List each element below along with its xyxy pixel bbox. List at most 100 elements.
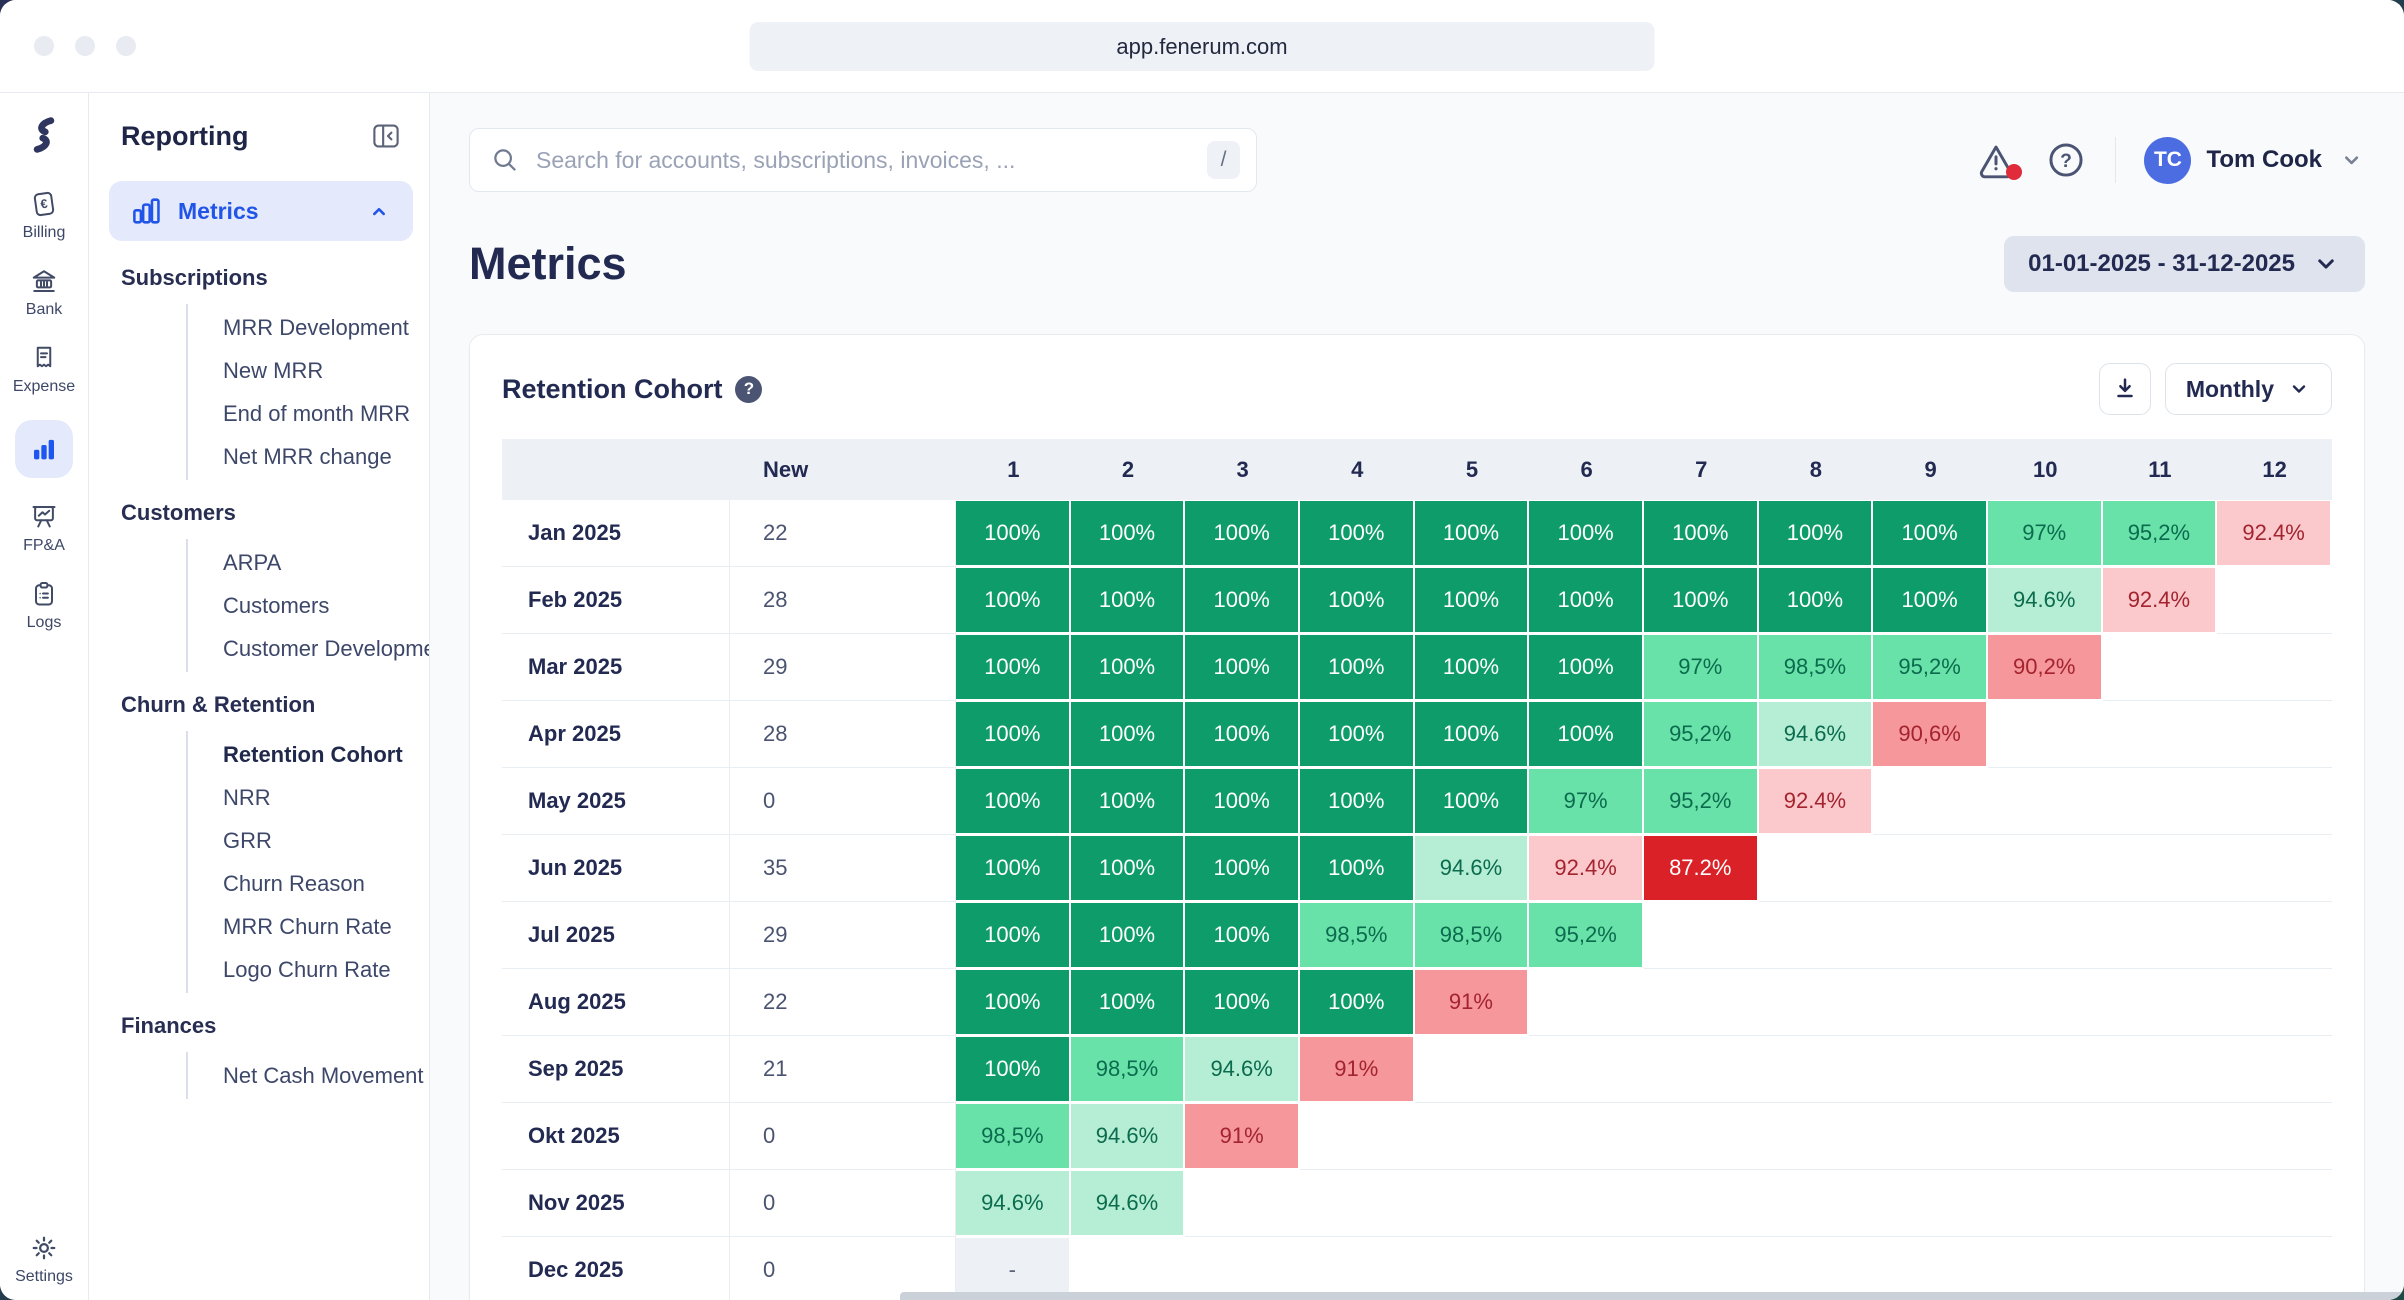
cohort-row-label: May 2025	[502, 768, 730, 835]
cohort-cell: 100%	[1644, 567, 1759, 634]
rail-item-fpa[interactable]: FP&A	[23, 502, 65, 555]
cohort-cell: 100%	[1529, 567, 1644, 634]
cohort-cell-empty	[2217, 701, 2332, 768]
sidebar-item-mrr-development[interactable]: MRR Development	[223, 306, 429, 349]
collapse-panel-icon	[369, 119, 403, 153]
sidebar-item-net-mrr-change[interactable]: Net MRR change	[223, 435, 429, 478]
rail-item-billing[interactable]: € Billing	[23, 189, 66, 242]
cohort-cell-empty	[2217, 835, 2332, 902]
cohort-cell-empty	[1873, 969, 1988, 1036]
rail-item-expense[interactable]: Expense	[13, 343, 75, 396]
cohort-cell-empty	[2217, 567, 2332, 634]
cohort-cell-empty	[2217, 1237, 2332, 1300]
collapse-sidebar-button[interactable]	[369, 119, 403, 153]
cohort-cell: 100%	[1759, 567, 1874, 634]
help-button[interactable]: ?	[2045, 139, 2087, 181]
period-selector[interactable]: Monthly	[2165, 363, 2332, 415]
cohort-cell-empty	[1529, 1237, 1644, 1300]
cohort-cell-empty	[2217, 1036, 2332, 1103]
sidebar-item-arpa[interactable]: ARPA	[223, 541, 429, 584]
sidebar-item-metrics[interactable]: Metrics	[109, 181, 413, 241]
page-header: Metrics 01-01-2025 - 31-12-2025	[469, 236, 2365, 292]
help-filled-icon[interactable]: ?	[735, 376, 762, 403]
window-minimize-button[interactable]	[75, 36, 95, 56]
cohort-cell-empty	[1759, 969, 1874, 1036]
cohort-cell: 90,6%	[1873, 701, 1988, 768]
col-header-1: 1	[956, 439, 1071, 500]
user-menu[interactable]: TC Tom Cook	[2144, 137, 2365, 184]
cohort-cell: 100%	[1300, 701, 1415, 768]
cohort-cell: 95,2%	[1873, 634, 1988, 701]
cohort-cell: 100%	[1300, 567, 1415, 634]
cohort-cell-empty	[1529, 1170, 1644, 1237]
cohort-cell-empty	[1988, 1103, 2103, 1170]
cohort-cell: 100%	[1415, 768, 1530, 835]
sidebar-item-churn-reason[interactable]: Churn Reason	[223, 862, 429, 905]
cohort-cell: 95,2%	[2103, 500, 2218, 567]
global-search[interactable]: /	[469, 128, 1257, 192]
cohort-cell: 97%	[1988, 500, 2103, 567]
cohort-cell: 100%	[1071, 500, 1186, 567]
cohort-cell-empty	[2103, 1237, 2218, 1300]
cohort-cell-empty	[2103, 902, 2218, 969]
cohort-row-jan-2025: Jan 202522100%100%100%100%100%100%100%10…	[502, 500, 2332, 567]
cohort-cell: 98,5%	[1071, 1036, 1186, 1103]
rail-item-metrics-active[interactable]	[15, 420, 73, 478]
cohort-cell-empty	[1300, 1103, 1415, 1170]
sidebar-item-net-cash-movement[interactable]: Net Cash Movement	[223, 1054, 429, 1097]
cohort-cell: 100%	[956, 567, 1071, 634]
cohort-cell-empty	[1988, 835, 2103, 902]
window-zoom-button[interactable]	[116, 36, 136, 56]
sidebar-item-customers[interactable]: Customers	[223, 584, 429, 627]
cohort-cell: 94.6%	[1759, 701, 1874, 768]
sidebar-item-mrr-churn-rate[interactable]: MRR Churn Rate	[223, 905, 429, 948]
rail-item-bank[interactable]: Bank	[26, 266, 62, 319]
cohort-cell-empty	[1873, 1036, 1988, 1103]
sidebar-item-nrr[interactable]: NRR	[223, 776, 429, 819]
col-header-4: 4	[1300, 439, 1415, 500]
rail-item-label: Billing	[23, 224, 66, 242]
cohort-cell-empty	[1988, 902, 2103, 969]
cohort-cell: 94.6%	[1988, 567, 2103, 634]
cohort-new-count: 22	[730, 969, 956, 1036]
cohort-cell-empty	[1873, 1170, 1988, 1237]
window-close-button[interactable]	[34, 36, 54, 56]
cohort-row-mar-2025: Mar 202529100%100%100%100%100%100%97%98,…	[502, 634, 2332, 701]
col-header-2: 2	[1071, 439, 1186, 500]
cohort-row-okt-2025: Okt 2025098,5%94.6%91%	[502, 1103, 2332, 1170]
date-range-selector[interactable]: 01-01-2025 - 31-12-2025	[2004, 236, 2365, 292]
sidebar-item-customer-development[interactable]: Customer Development	[223, 627, 429, 670]
cohort-row-apr-2025: Apr 202528100%100%100%100%100%100%95,2%9…	[502, 701, 2332, 768]
sidebar-item-new-mrr[interactable]: New MRR	[223, 349, 429, 392]
cohort-cell-empty	[1759, 1237, 1874, 1300]
sidebar-item-grr[interactable]: GRR	[223, 819, 429, 862]
cohort-cell: 98,5%	[1759, 634, 1874, 701]
cohort-cell: 100%	[1071, 634, 1186, 701]
sidebar-item-retention-cohort[interactable]: Retention Cohort	[223, 733, 429, 776]
horizontal-scrollbar[interactable]	[900, 1292, 2404, 1300]
cohort-cell: 100%	[956, 634, 1071, 701]
cohort-cell-empty	[1759, 835, 1874, 902]
metrics-bars-icon	[28, 433, 60, 465]
rail-item-logs[interactable]: Logs	[27, 579, 62, 632]
cohort-cell: -	[956, 1237, 1071, 1300]
cohort-cell: 91%	[1185, 1103, 1300, 1170]
expense-icon	[29, 343, 59, 373]
cohort-cell-empty	[1644, 902, 1759, 969]
search-input[interactable]	[534, 146, 1193, 175]
retention-cohort-card: Retention Cohort ?	[469, 334, 2365, 1300]
alerts-button[interactable]	[1975, 139, 2017, 181]
topbar-actions: ? TC Tom Cook	[1975, 137, 2365, 184]
main-content: /	[430, 93, 2404, 1300]
cohort-cell-empty	[1988, 701, 2103, 768]
cohort-row-label: Jan 2025	[502, 500, 730, 567]
address-bar[interactable]: app.fenerum.com	[750, 22, 1655, 71]
sidebar-item-end-of-month-mrr[interactable]: End of month MRR	[223, 392, 429, 435]
col-header-10: 10	[1988, 439, 2103, 500]
sidebar-item-logo-churn-rate[interactable]: Logo Churn Rate	[223, 948, 429, 991]
cohort-cell-empty	[1644, 1237, 1759, 1300]
cohort-row-label: Okt 2025	[502, 1103, 730, 1170]
rail-item-settings[interactable]: Settings	[15, 1233, 73, 1286]
cohort-cell-empty	[1529, 969, 1644, 1036]
download-button[interactable]	[2099, 363, 2151, 415]
